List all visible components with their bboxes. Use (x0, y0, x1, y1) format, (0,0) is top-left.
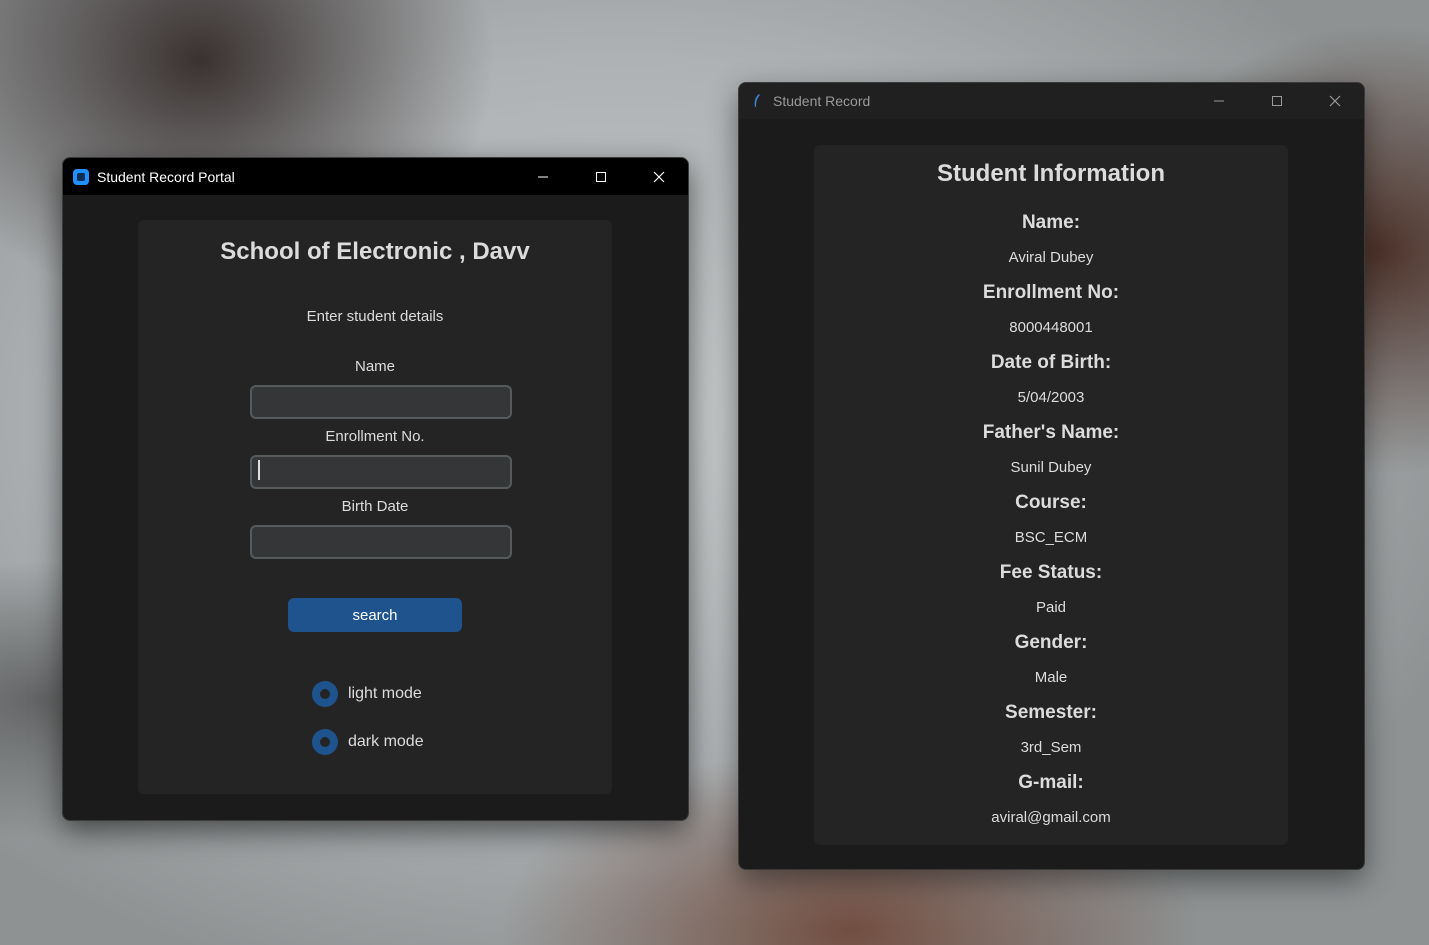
title-bar[interactable]: Student Record (739, 83, 1364, 119)
student-info-heading: Student Information (937, 160, 1165, 187)
minimize-button[interactable] (514, 158, 572, 195)
desktop-background: Student Record Portal School of Electron… (0, 0, 1429, 945)
close-icon (653, 171, 665, 182)
father-name-field-label: Father's Name: (982, 422, 1120, 443)
school-heading: School of Electronic , Davv (220, 238, 530, 265)
close-button[interactable] (1306, 83, 1364, 119)
app-icon (73, 168, 89, 185)
light-mode-label: light mode (348, 685, 422, 702)
form-subtitle: Enter student details (306, 308, 444, 325)
student-record-window: Student Record Student Information Name:… (738, 82, 1365, 870)
window-title: Student Record Portal (97, 168, 235, 185)
enrollment-input[interactable] (250, 455, 512, 489)
close-icon (1329, 95, 1341, 107)
fee-status-value: Paid (1035, 599, 1067, 616)
radio-icon (312, 681, 338, 707)
dob-value: 5/04/2003 (1017, 389, 1085, 406)
text-cursor (258, 460, 260, 480)
gender-field-label: Gender: (1014, 632, 1088, 653)
birth-date-label: Birth Date (341, 498, 409, 515)
dark-mode-radio[interactable]: dark mode (312, 729, 424, 755)
enrollment-value: 8000448001 (1009, 319, 1093, 336)
title-bar[interactable]: Student Record Portal (63, 158, 688, 195)
minimize-button[interactable] (1190, 83, 1248, 119)
gmail-field-label: G-mail: (1018, 772, 1084, 793)
semester-value: 3rd_Sem (1020, 739, 1082, 756)
father-name-value: Sunil Dubey (1010, 459, 1092, 476)
name-value: Aviral Dubey (1008, 249, 1094, 266)
window-controls (514, 158, 688, 195)
student-record-portal-window: Student Record Portal School of Electron… (62, 157, 689, 821)
name-input[interactable] (250, 385, 512, 419)
course-value: BSC_ECM (1014, 529, 1088, 546)
maximize-icon (596, 171, 606, 182)
gender-value: Male (1034, 669, 1068, 686)
search-button[interactable]: search (288, 598, 462, 632)
radio-icon (312, 729, 338, 755)
portal-form-card: School of Electronic , Davv Enter studen… (138, 220, 612, 794)
semester-field-label: Semester: (1005, 702, 1097, 723)
enrollment-label: Enrollment No. (325, 428, 425, 445)
gmail-value: aviral@gmail.com (991, 809, 1111, 826)
name-label: Name (354, 358, 395, 375)
feather-icon (753, 93, 761, 109)
maximize-button[interactable] (1248, 83, 1306, 119)
close-button[interactable] (630, 158, 688, 195)
light-mode-radio[interactable]: light mode (312, 681, 422, 707)
window-controls (1190, 83, 1364, 119)
minimize-icon (538, 176, 548, 177)
dob-field-label: Date of Birth: (990, 352, 1112, 373)
maximize-button[interactable] (572, 158, 630, 195)
minimize-icon (1214, 100, 1224, 102)
dark-mode-label: dark mode (348, 733, 424, 750)
birth-date-input[interactable] (250, 525, 512, 559)
window-title: Student Record (773, 93, 871, 109)
course-field-label: Course: (1015, 492, 1087, 513)
maximize-icon (1272, 96, 1282, 106)
student-info-card: Student Information Name: Aviral Dubey E… (814, 145, 1288, 845)
enrollment-field-label: Enrollment No: (982, 282, 1120, 303)
name-field-label: Name: (1021, 212, 1081, 233)
fee-status-field-label: Fee Status: (999, 562, 1103, 583)
